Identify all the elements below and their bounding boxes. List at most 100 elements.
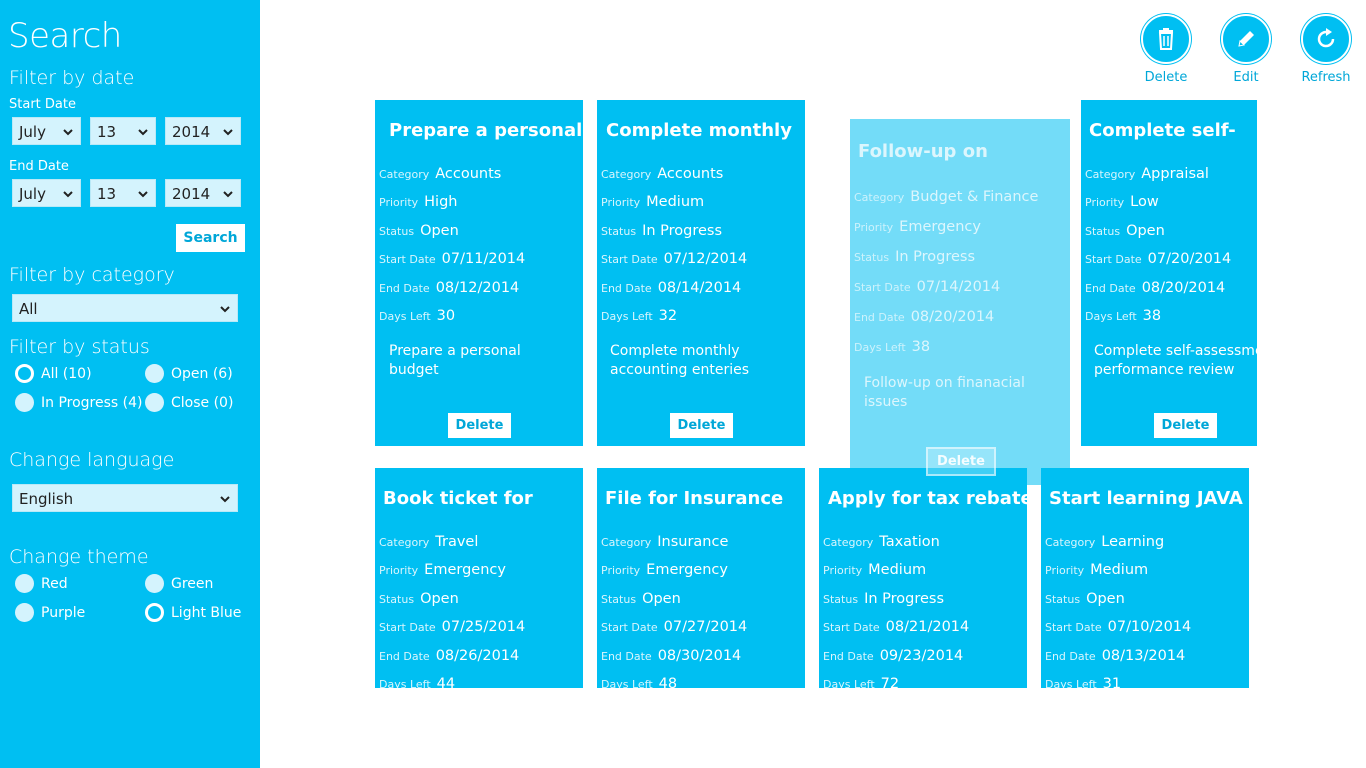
field-value: High [424,194,458,210]
field-value: 08/14/2014 [657,280,742,296]
field-label: Start Date [379,621,436,634]
field-label: End Date [823,650,874,663]
card-delete-button[interactable]: Delete [448,413,511,438]
field-value: 08/13/2014 [1101,648,1186,664]
field-value: Emergency [899,219,981,235]
field-value: Open [420,591,459,607]
field-label: End Date [601,650,652,663]
field-value: 07/25/2014 [441,619,526,635]
chevron-down-icon [63,129,73,136]
field-value: In Progress [864,591,945,607]
field-label: Priority [1085,196,1125,209]
field-value: 08/21/2014 [885,619,970,635]
search-button[interactable]: Search [176,224,245,252]
field-value: Emergency [424,562,506,578]
delete-app-button[interactable]: Delete [1136,14,1196,85]
field-value: Open [1126,223,1165,239]
card-priority: Priority Medium [1045,562,1148,578]
status-radio-open[interactable]: Open (6) [145,364,233,383]
card-title: Follow-up on [858,141,988,162]
card-days-left: Days Left 38 [1085,308,1161,324]
field-label: Category [601,168,652,181]
start-month-select[interactable]: July [12,117,81,145]
field-value: 72 [880,676,900,688]
field-label: Category [823,536,874,549]
field-value: 32 [658,308,678,324]
task-card[interactable]: Complete self- Category Appraisal Priorit… [1081,100,1257,446]
card-delete-button[interactable]: Delete [670,413,733,438]
end-month-value: July [19,185,46,203]
start-day-select[interactable]: 13 [90,117,156,145]
theme-radio-green[interactable]: Green [145,574,213,593]
field-value: 08/20/2014 [910,309,995,325]
field-value: Emergency [646,562,728,578]
field-label: Priority [379,564,419,577]
field-label: Days Left [601,310,653,323]
refresh-app-button[interactable]: Refresh [1296,14,1356,85]
end-year-select[interactable]: 2014 [165,179,241,207]
start-year-select[interactable]: 2014 [165,117,241,145]
card-days-left: Days Left 44 [379,676,455,688]
category-select[interactable]: All [12,294,238,322]
card-days-left: Days Left 32 [601,308,677,324]
chevron-down-icon [223,129,233,136]
sidebar: Search Filter by date Start Date July 13… [0,0,260,768]
pencil-icon [1221,14,1271,64]
theme-radio-purple[interactable]: Purple [15,603,85,622]
field-value: In Progress [642,223,723,239]
end-month-select[interactable]: July [12,179,81,207]
field-label: Status [601,593,637,606]
field-value: Accounts [657,166,724,182]
theme-radio-light-blue[interactable]: Light Blue [145,603,241,622]
field-value: Travel [435,534,479,550]
card-start-date: Start Date 07/25/2014 [379,619,525,635]
chevron-down-icon [223,191,233,198]
task-card[interactable]: File for Insurance Category Insurance Pri… [597,468,805,688]
task-card[interactable]: Prepare a personal Category Accounts Prio… [375,100,583,446]
field-label: End Date [1045,650,1096,663]
field-label: End Date [601,282,652,295]
filter-by-category-heading: Filter by category [9,264,175,286]
status-radio-in-progress[interactable]: In Progress (4) [15,393,142,412]
task-card[interactable]: Book ticket for Category Travel Priority E… [375,468,583,688]
task-card[interactable]: Complete monthly Category Accounts Priori… [597,100,805,446]
card-delete-button[interactable]: Delete [1154,413,1217,438]
card-end-date: End Date 08/20/2014 [854,309,994,325]
card-start-date: Start Date 07/10/2014 [1045,619,1191,635]
radio-icon [145,364,164,383]
radio-icon [145,393,164,412]
card-title: Complete monthly [606,120,792,141]
field-label: Days Left [379,310,431,323]
card-category: Category Appraisal [1085,166,1209,182]
card-title: Book ticket for [383,488,533,509]
start-day-value: 13 [97,123,117,141]
refresh-app-label: Refresh [1301,70,1351,85]
task-card-dragging[interactable]: Follow-up on Category Budget & Finance Pr… [850,119,1070,485]
filter-by-date-heading: Filter by date [9,67,135,89]
card-end-date: End Date 08/13/2014 [1045,648,1185,664]
card-status: Status In Progress [601,223,722,239]
end-day-select[interactable]: 13 [90,179,156,207]
language-select[interactable]: English [12,484,238,512]
status-radio-label: All (10) [41,365,92,382]
radio-selected-icon [15,364,34,383]
change-language-heading: Change language [9,449,175,471]
card-start-date: Start Date 07/14/2014 [854,279,1000,295]
change-theme-heading: Change theme [9,546,149,568]
card-title: Start learning JAVA [1049,488,1243,509]
field-value: 30 [436,308,456,324]
card-category: Category Travel [379,534,478,550]
card-days-left: Days Left 72 [823,676,899,688]
theme-radio-red[interactable]: Red [15,574,68,593]
status-radio-close[interactable]: Close (0) [145,393,233,412]
field-label: End Date [1085,282,1136,295]
card-delete-button[interactable]: Delete [926,447,996,476]
card-end-date: End Date 08/26/2014 [379,648,519,664]
task-card[interactable]: Apply for tax rebate Category Taxation Pr… [819,468,1027,688]
field-label: Start Date [823,621,880,634]
task-card[interactable]: Start learning JAVA Category Learning Pri… [1041,468,1249,688]
status-radio-all[interactable]: All (10) [15,364,92,383]
card-title: Apply for tax rebate [828,488,1027,509]
edit-app-button[interactable]: Edit [1216,14,1276,85]
radio-selected-icon [145,603,164,622]
